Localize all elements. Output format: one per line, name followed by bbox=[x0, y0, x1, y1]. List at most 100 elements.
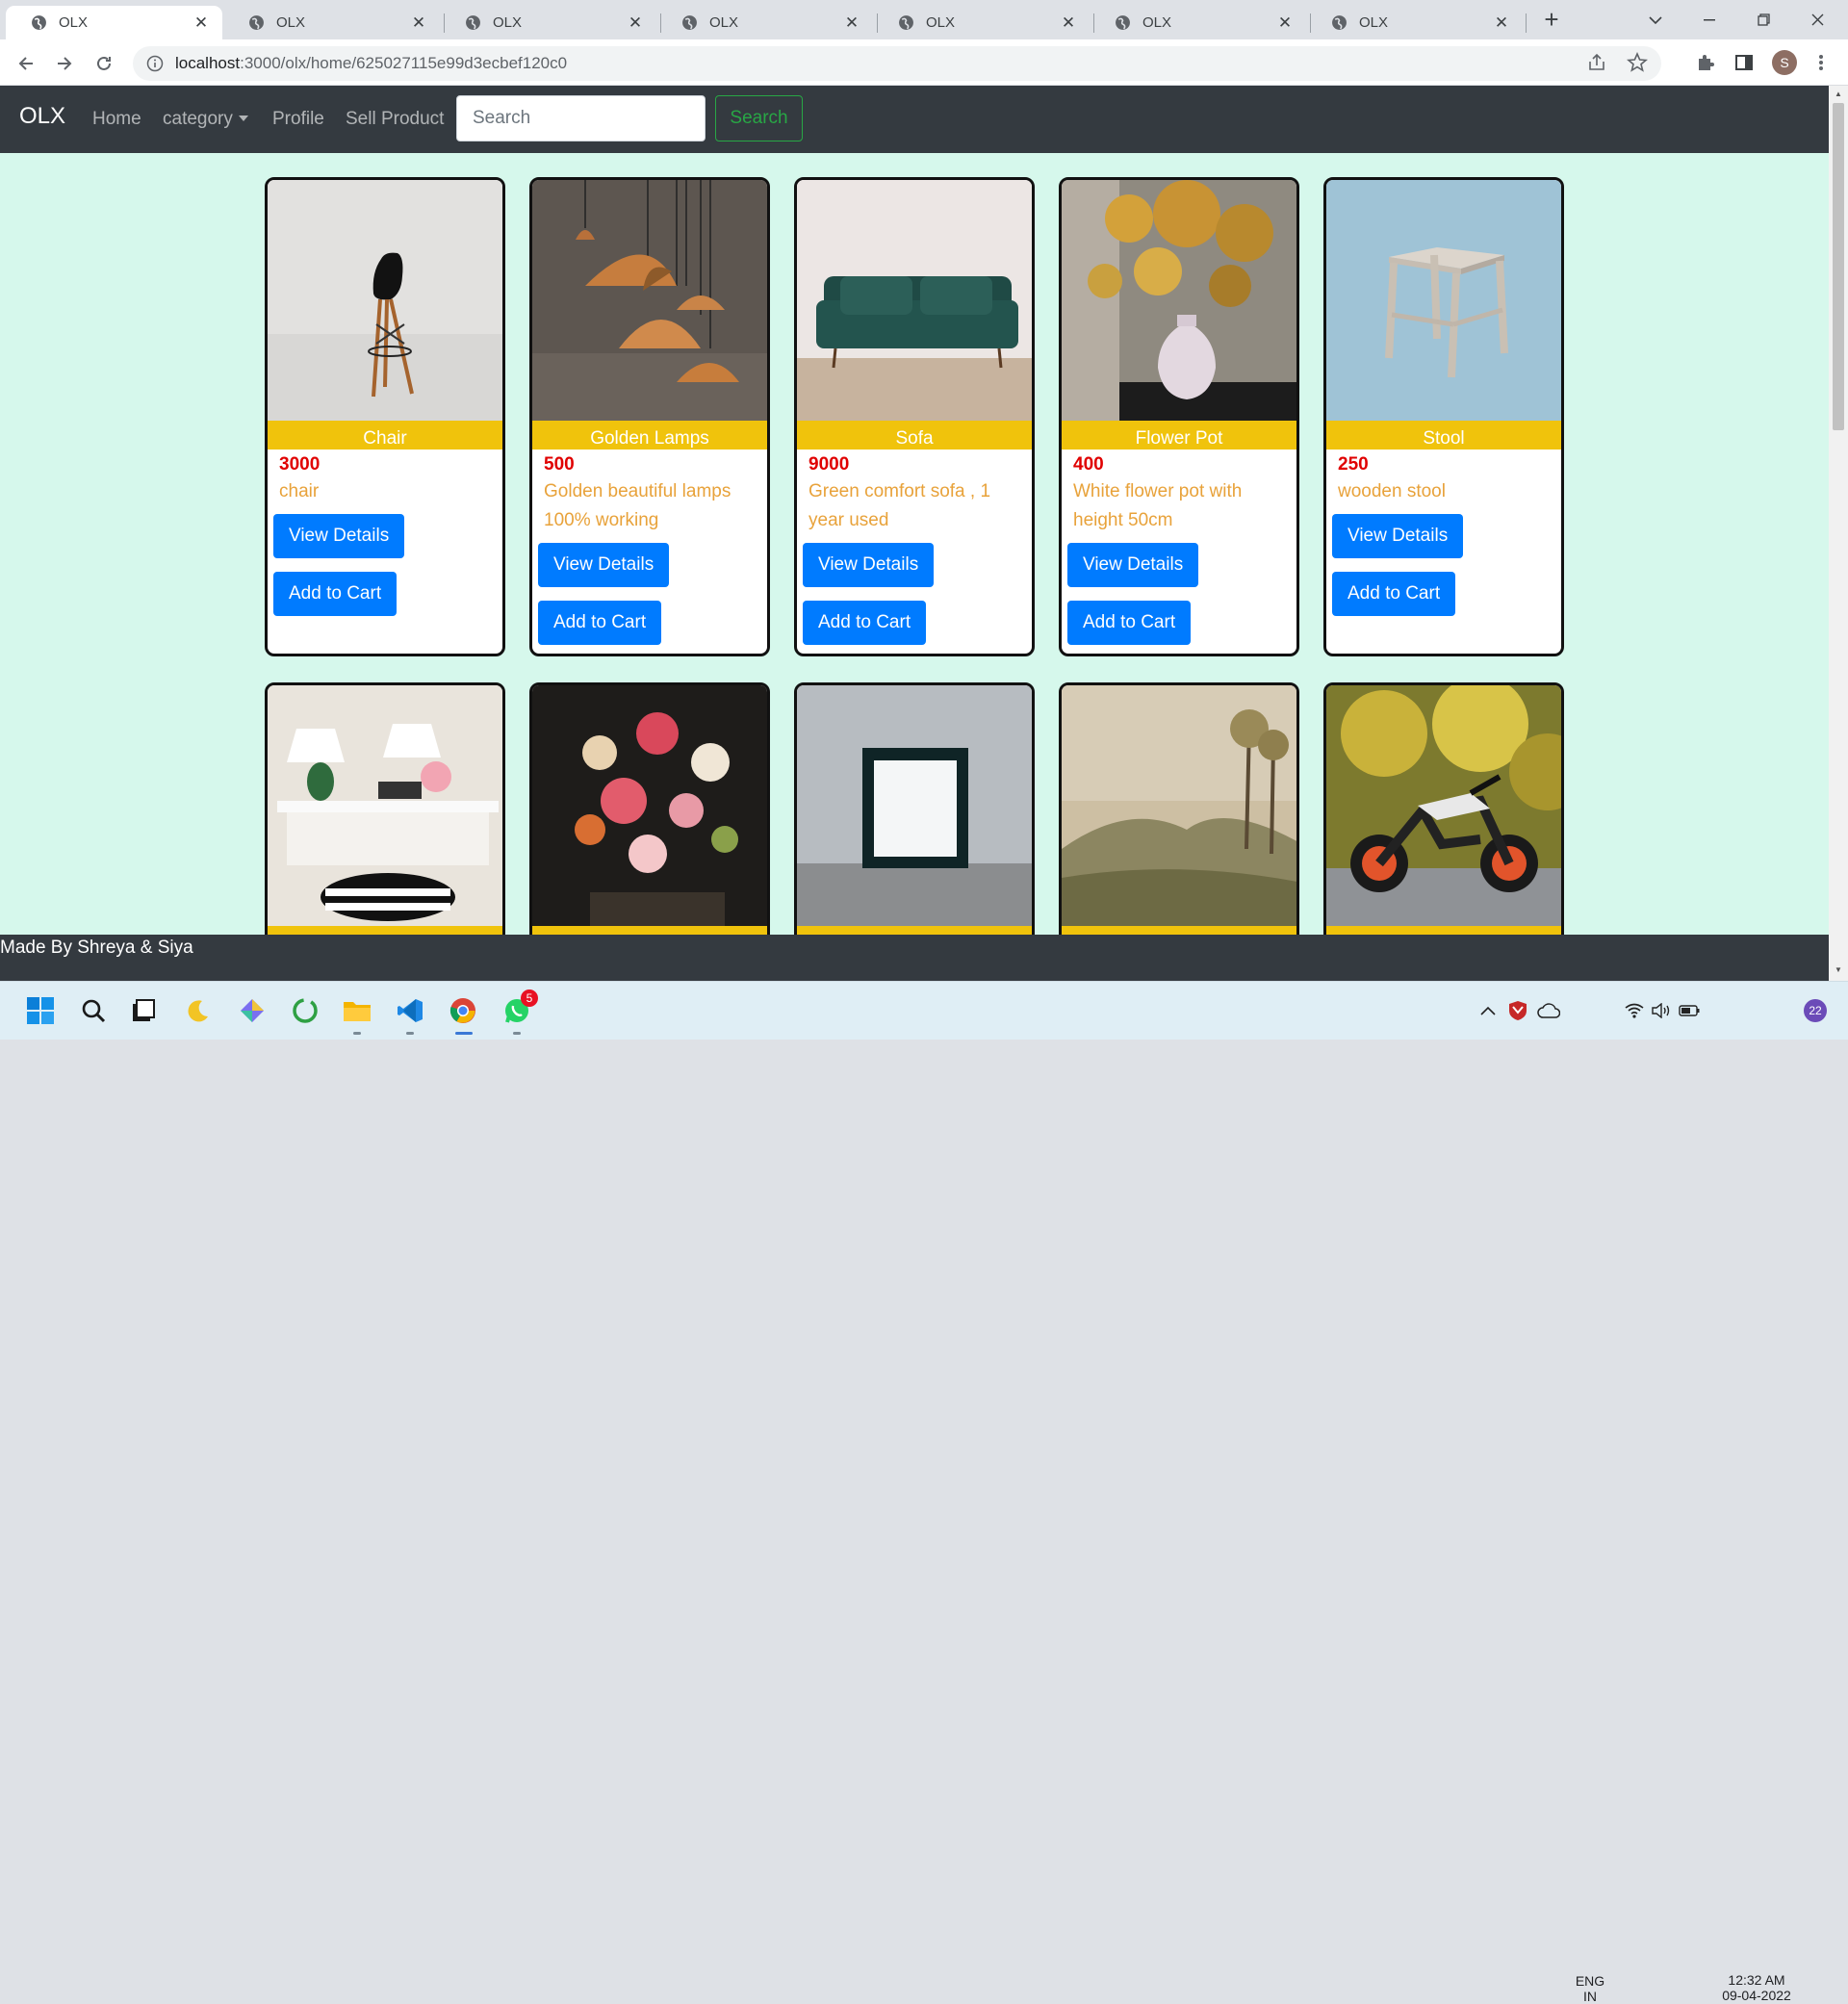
globe-icon bbox=[249, 15, 264, 30]
vscode-icon[interactable] bbox=[395, 995, 425, 1026]
new-tab-button[interactable]: + bbox=[1537, 6, 1566, 35]
scroll-up-arrow-icon[interactable]: ▲ bbox=[1834, 90, 1843, 98]
tab-title: OLX bbox=[1359, 14, 1389, 31]
browser-tab-3[interactable]: OLX ✕ bbox=[440, 6, 656, 39]
tab-search-icon[interactable] bbox=[1629, 0, 1682, 39]
view-details-button[interactable]: View Details bbox=[538, 543, 670, 587]
chevron-up-icon[interactable] bbox=[1476, 995, 1500, 1026]
product-image[interactable] bbox=[268, 685, 502, 926]
reload-icon[interactable] bbox=[91, 51, 116, 76]
add-to-cart-button[interactable]: Add to Cart bbox=[1332, 572, 1456, 616]
product-card-chair: Chair 3000 chair View Details Add to Car… bbox=[265, 177, 505, 656]
volume-icon[interactable] bbox=[1650, 995, 1673, 1026]
scrollbar-thumb[interactable] bbox=[1833, 103, 1844, 430]
caret-down-icon bbox=[238, 116, 248, 121]
product-image[interactable] bbox=[1326, 685, 1561, 926]
globe-icon bbox=[899, 15, 913, 30]
browser-toolbar: localhost:3000/olx/home/625027115e99d3ec… bbox=[0, 39, 1848, 86]
app-launcher-icon[interactable] bbox=[237, 995, 268, 1026]
close-window-button[interactable] bbox=[1790, 0, 1844, 39]
product-image[interactable] bbox=[532, 685, 767, 926]
page-footer: Made By Shreya & Siya bbox=[0, 935, 1829, 981]
chrome-icon[interactable] bbox=[448, 995, 478, 1026]
globe-icon bbox=[1332, 15, 1347, 30]
close-tab-icon[interactable]: ✕ bbox=[842, 13, 861, 33]
browser-tab-5[interactable]: OLX ✕ bbox=[873, 6, 1090, 39]
product-image-sofa[interactable] bbox=[797, 180, 1032, 421]
globe-icon bbox=[466, 15, 480, 30]
add-to-cart-button[interactable]: Add to Cart bbox=[273, 572, 398, 616]
browser-tab-6[interactable]: OLX ✕ bbox=[1090, 6, 1306, 39]
browser-tab-4[interactable]: OLX ✕ bbox=[656, 6, 873, 39]
product-image-flower-pot[interactable] bbox=[1062, 180, 1296, 421]
product-name: Stool bbox=[1326, 421, 1561, 450]
close-tab-icon[interactable]: ✕ bbox=[1059, 13, 1078, 33]
product-description: White flower pot with height 50cm bbox=[1073, 481, 1243, 530]
product-image-golden-lamps[interactable] bbox=[532, 180, 767, 421]
wifi-icon[interactable] bbox=[1623, 995, 1646, 1026]
page-scrollbar[interactable]: ▲ ▼ bbox=[1829, 86, 1848, 981]
nav-category-dropdown[interactable]: category bbox=[163, 109, 248, 130]
browser-tab-7[interactable]: OLX ✕ bbox=[1306, 6, 1523, 39]
product-price: 9000 bbox=[808, 454, 850, 475]
tab-title: OLX bbox=[493, 14, 523, 31]
restore-button[interactable] bbox=[1736, 0, 1790, 39]
antivirus-shield-icon[interactable] bbox=[1505, 995, 1530, 1026]
product-price: 250 bbox=[1338, 454, 1369, 475]
product-image-stool[interactable] bbox=[1326, 180, 1561, 421]
tab-title: OLX bbox=[709, 14, 739, 31]
close-tab-icon[interactable]: ✕ bbox=[409, 13, 428, 33]
search-icon[interactable] bbox=[78, 995, 109, 1026]
info-icon[interactable] bbox=[146, 55, 164, 72]
minimize-button[interactable] bbox=[1682, 0, 1736, 39]
add-to-cart-button[interactable]: Add to Cart bbox=[803, 601, 927, 645]
add-to-cart-button[interactable]: Add to Cart bbox=[538, 601, 662, 645]
nav-home[interactable]: Home bbox=[92, 109, 141, 130]
close-tab-icon[interactable]: ✕ bbox=[1492, 13, 1511, 33]
view-details-button[interactable]: View Details bbox=[1332, 514, 1464, 558]
nav-sell-product[interactable]: Sell Product bbox=[346, 109, 444, 130]
search-input[interactable] bbox=[456, 95, 706, 141]
forward-arrow-icon[interactable] bbox=[52, 51, 77, 76]
kebab-menu-icon[interactable] bbox=[1810, 51, 1833, 74]
brand-logo[interactable]: OLX bbox=[19, 103, 65, 130]
extensions-puzzle-icon[interactable] bbox=[1694, 51, 1717, 74]
view-details-button[interactable]: View Details bbox=[1067, 543, 1199, 587]
product-image[interactable] bbox=[1062, 685, 1296, 926]
bookmark-star-icon[interactable] bbox=[1627, 52, 1648, 73]
view-details-button[interactable]: View Details bbox=[273, 514, 405, 558]
file-explorer-icon[interactable] bbox=[342, 995, 372, 1026]
share-icon[interactable] bbox=[1586, 52, 1607, 73]
address-bar[interactable]: localhost:3000/olx/home/625027115e99d3ec… bbox=[133, 46, 1661, 81]
clock[interactable]: 12:32 AM 09-04-2022 bbox=[1711, 1972, 1802, 2003]
nav-profile[interactable]: Profile bbox=[272, 109, 324, 130]
close-tab-icon[interactable]: ✕ bbox=[1275, 13, 1295, 33]
close-tab-icon[interactable]: ✕ bbox=[192, 13, 211, 33]
search-button[interactable]: Search bbox=[715, 95, 803, 141]
browser-tab-2[interactable]: OLX ✕ bbox=[223, 6, 440, 39]
scroll-down-arrow-icon[interactable]: ▼ bbox=[1834, 965, 1843, 974]
product-image-chair[interactable] bbox=[268, 180, 502, 421]
language-indicator[interactable]: ENG IN bbox=[1573, 1973, 1607, 2004]
whatsapp-unread-badge: 5 bbox=[521, 989, 538, 1007]
add-to-cart-button[interactable]: Add to Cart bbox=[1067, 601, 1192, 645]
refresh-app-icon[interactable] bbox=[290, 995, 321, 1026]
back-arrow-icon[interactable] bbox=[13, 51, 38, 76]
windows-start-icon[interactable] bbox=[25, 995, 56, 1026]
side-panel-icon[interactable] bbox=[1732, 51, 1756, 74]
product-name: Flower Pot bbox=[1062, 421, 1296, 450]
product-price: 3000 bbox=[279, 454, 321, 475]
product-image[interactable] bbox=[797, 685, 1032, 926]
profile-avatar[interactable]: S bbox=[1772, 50, 1797, 75]
close-tab-icon[interactable]: ✕ bbox=[626, 13, 645, 33]
product-price: 400 bbox=[1073, 454, 1104, 475]
product-description: wooden stool bbox=[1338, 481, 1446, 501]
browser-tab-1[interactable]: OLX ✕ bbox=[6, 6, 222, 39]
notification-count-badge[interactable]: 22 bbox=[1804, 999, 1827, 1022]
cloud-icon[interactable] bbox=[1536, 995, 1561, 1026]
task-view-icon[interactable] bbox=[128, 995, 159, 1026]
view-details-button[interactable]: View Details bbox=[803, 543, 935, 587]
battery-icon[interactable] bbox=[1677, 995, 1702, 1026]
product-price: 500 bbox=[544, 454, 575, 475]
weather-widget-icon[interactable] bbox=[183, 995, 214, 1026]
